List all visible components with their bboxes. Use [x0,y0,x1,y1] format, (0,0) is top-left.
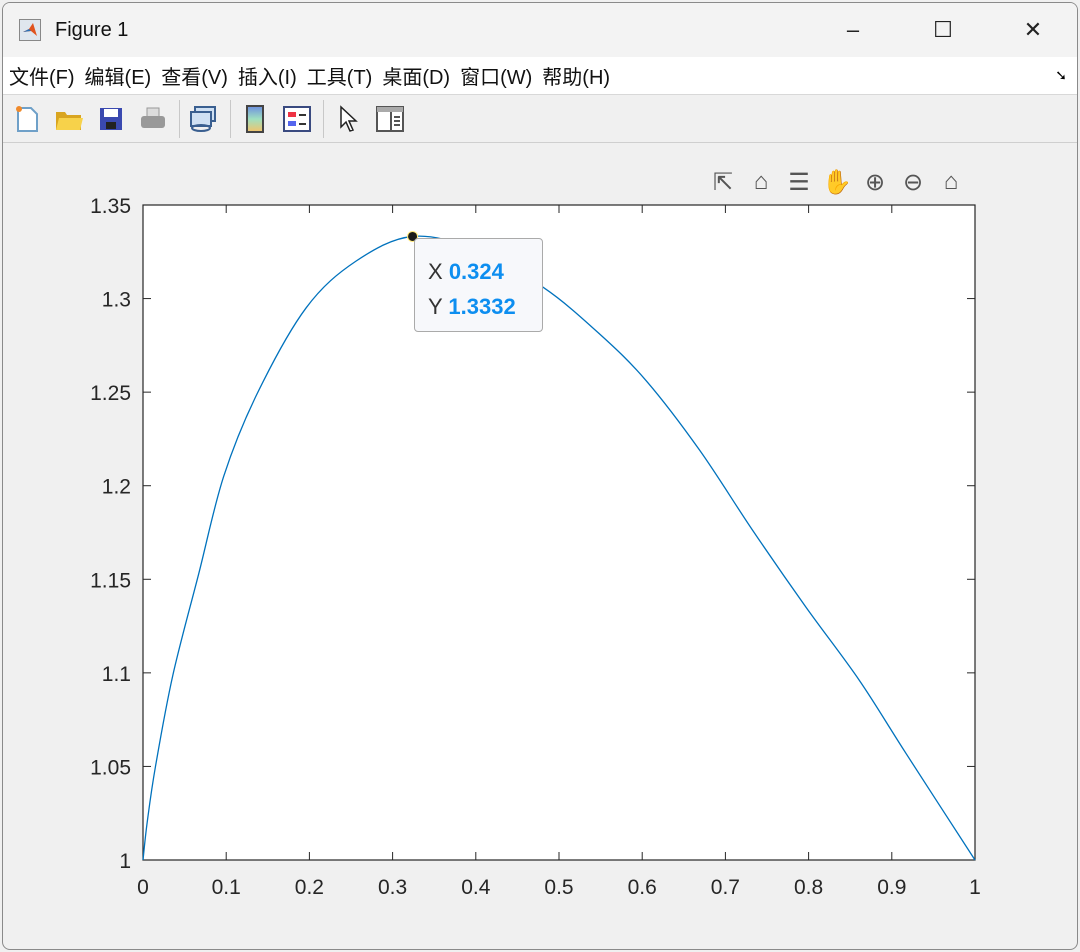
axes-box [142,204,976,861]
export-icon[interactable]: ⇱ [706,165,740,199]
pan-icon[interactable]: ✋ [820,165,854,199]
x-tick-label: 0.2 [295,876,324,899]
datatip-y-value: 1.3332 [448,294,516,319]
y-tick-label: 1.35 [90,195,131,218]
y-tick-label: 1.2 [102,476,131,499]
x-tick-label: 1 [969,876,981,899]
brush-icon[interactable]: ⌂ [744,165,778,199]
zoom-out-icon[interactable]: ⊖ [896,165,930,199]
y-tick-label: 1.25 [90,382,131,405]
x-tick-label: 0 [137,876,149,899]
x-tick-label: 0.3 [378,876,407,899]
x-tick-label: 0.1 [212,876,241,899]
datatip: X 0.324 Y 1.3332 [414,238,543,332]
x-tick-label: 0.8 [794,876,823,899]
y-tick-label: 1.05 [90,756,131,779]
x-tick-label: 0.6 [628,876,657,899]
y-tick-label: 1.15 [90,569,131,592]
home-icon[interactable]: ⌂ [934,165,968,199]
y-tick-label: 1.1 [102,663,131,686]
x-tick-label: 0.7 [711,876,740,899]
datatip-x-value: 0.324 [448,259,504,284]
data-tips-icon[interactable]: ☰ [782,165,816,199]
y-tick-label: 1.3 [102,289,131,312]
datatip-y-label: Y [428,294,443,319]
x-tick-label: 0.4 [461,876,491,899]
x-tick-label: 0.9 [877,876,906,899]
datatip-x-label: X [428,259,443,284]
y-tick-label: 1 [119,850,131,873]
x-tick-label: 0.5 [544,876,573,899]
zoom-in-icon[interactable]: ⊕ [858,165,892,199]
plot-axes[interactable]: 0 0.1 0.2 0.3 0.4 0.5 0.6 0.7 0.8 0.9 1 1 1.05 1.1 1.1… [0,0,1080,952]
axes-toolbar: ⇱ ⌂ ☰ ✋ ⊕ ⊖ ⌂ [706,165,968,199]
